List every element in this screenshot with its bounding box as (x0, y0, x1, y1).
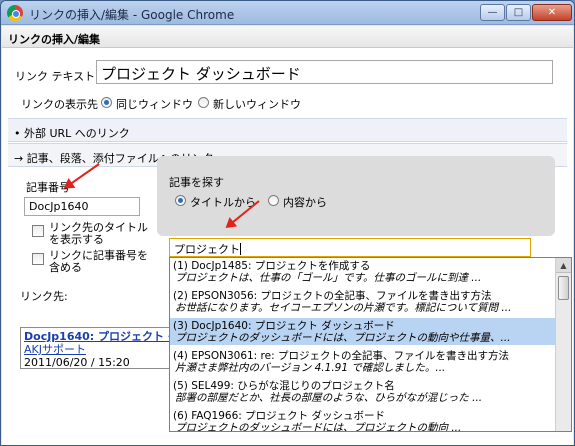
chrome-icon (7, 5, 23, 21)
result-item-selected[interactable]: (3) DocJp1640: プロジェクト ダッシュボード プロジェクトのダッシ… (170, 318, 556, 345)
result-snippet: プロジェクトのダッシュボードには、プロジェクトの動向や仕事量、... (175, 332, 511, 344)
link-text-input[interactable]: プロジェクト ダッシュボード (96, 60, 553, 84)
result-item[interactable]: (2) EPSON3056: プロジェクトの全記事、ファイルを書き出す方法 お世… (170, 288, 556, 315)
display-target-label: リンクの表示先 (21, 98, 98, 111)
include-number-checkbox[interactable] (32, 253, 44, 265)
search-input-value: プロジェクト (174, 243, 240, 256)
minimize-button[interactable]: — (480, 4, 505, 21)
browser-window: リンクの挿入/編集 - Google Chrome — □ ✕ リンクの挿入/編… (0, 0, 575, 446)
result-item[interactable]: (4) EPSON3061: re: プロジェクトの全記事、ファイルを書き出す方… (170, 348, 556, 375)
result-snippet: 部署の部屋だとか、社長の部屋のような、ひらがなが混じった ... (175, 392, 483, 404)
result-item[interactable]: (6) FAQ1966: プロジェクト ダッシュボード プロジェクトのダッシュボ… (170, 408, 556, 432)
text-caret (240, 243, 241, 255)
result-title: (6) FAQ1966: プロジェクト ダッシュボード (173, 410, 385, 422)
link-destination-label: リンク先: (20, 290, 68, 303)
window-title: リンクの挿入/編集 - Google Chrome (29, 8, 235, 22)
search-by-title-label[interactable]: タイトルから (190, 194, 256, 210)
search-input[interactable]: プロジェクト (169, 238, 531, 257)
search-panel: 記事を探す タイトルから 内容から (157, 156, 555, 236)
title-bar: リンクの挿入/編集 - Google Chrome — □ ✕ (1, 1, 574, 25)
include-number-label: リンクに記事番号を 含める (49, 249, 148, 274)
same-window-label[interactable]: 同じウィンドウ (116, 96, 193, 112)
result-title: (4) EPSON3061: re: プロジェクトの全記事、ファイルを書き出す方… (173, 350, 509, 362)
result-title: (1) DocJp1485: プロジェクトを作成する (173, 260, 371, 272)
link-destination-title[interactable]: DocJp1640: プロジェクト ダ (24, 330, 171, 343)
new-window-label[interactable]: 新しいウィンドウ (213, 96, 301, 112)
result-item[interactable]: (5) SEL499: ひらがな混じりのプロジェクト名 部署の部屋だとか、社長の… (170, 378, 556, 405)
result-snippet: 片瀬さま弊社内のバージョン 4.1.91 で確認しました。... (175, 362, 446, 374)
link-destination-project[interactable]: AKJサポート (24, 343, 168, 356)
same-window-radio[interactable] (101, 97, 112, 108)
link-destination-date: 2011/06/20 / 15:20 (24, 356, 130, 369)
search-results-dropdown[interactable]: (1) DocJp1485: プロジェクトを作成する プロジェクトは、仕事の「ゴ… (169, 257, 572, 432)
result-title: (2) EPSON3056: プロジェクトの全記事、ファイルを書き出す方法 (173, 290, 492, 302)
show-title-checkbox[interactable] (32, 225, 44, 237)
search-by-content-radio[interactable] (268, 195, 279, 206)
new-window-radio[interactable] (198, 97, 209, 108)
search-label: 記事を探す (169, 176, 224, 189)
result-title: (3) DocJp1640: プロジェクト ダッシュボード (173, 320, 395, 332)
results-scrollbar[interactable]: ▲ (555, 258, 571, 431)
link-text-label: リンク テキスト (15, 70, 96, 83)
result-snippet: お世話になります。セイコーエプソンの片瀬です。標記について質問 ... (175, 302, 512, 314)
result-title: (5) SEL499: ひらがな混じりのプロジェクト名 (173, 380, 395, 392)
search-by-content-label[interactable]: 内容から (283, 194, 327, 210)
close-button[interactable]: ✕ (532, 4, 572, 21)
result-item[interactable]: (1) DocJp1485: プロジェクトを作成する プロジェクトは、仕事の「ゴ… (170, 258, 556, 285)
link-destination-box: DocJp1640: プロジェクト ダ AKJサポート 2011/06/20 /… (20, 327, 172, 369)
article-number-input[interactable]: DocJp1640 (24, 197, 140, 216)
scroll-thumb[interactable] (558, 276, 569, 300)
result-snippet: プロジェクトのダッシュボードには、プロジェクトの動向 ... (175, 422, 462, 432)
dialog-heading: リンクの挿入/編集 (2, 26, 573, 48)
scroll-up-icon[interactable]: ▲ (556, 258, 571, 273)
maximize-button[interactable]: □ (506, 4, 531, 21)
search-by-title-radio[interactable] (175, 195, 186, 206)
result-snippet: プロジェクトは、仕事の「ゴール」です。仕事のゴールに到達 ... (175, 272, 482, 284)
show-title-label: リンク先のタイトル を表示する (49, 221, 148, 246)
external-url-section[interactable]: • 外部 URL へのリンク (8, 118, 567, 142)
